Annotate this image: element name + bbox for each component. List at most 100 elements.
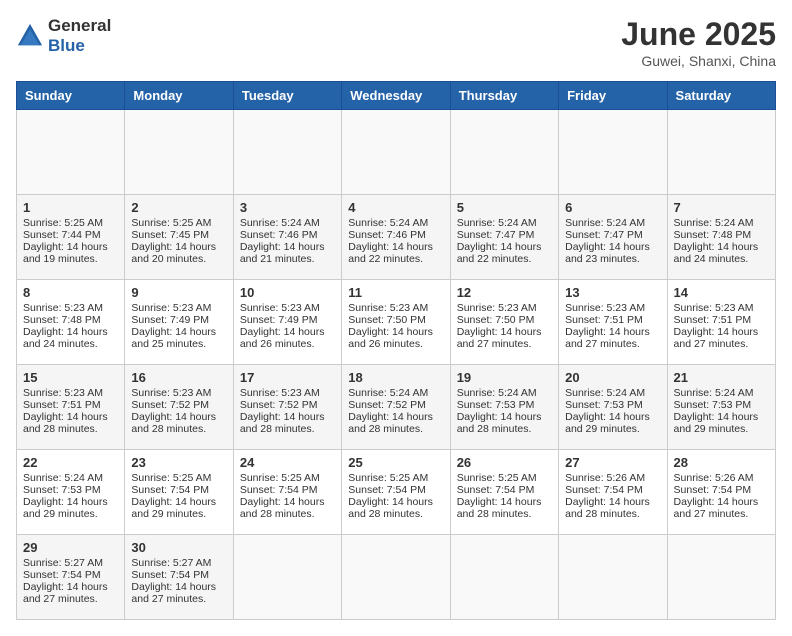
cell-info: Daylight: 14 hours — [23, 411, 118, 423]
cell-3-1: 8Sunrise: 5:23 AMSunset: 7:48 PMDaylight… — [17, 280, 125, 365]
cell-4-1: 15Sunrise: 5:23 AMSunset: 7:51 PMDayligh… — [17, 365, 125, 450]
cell-info: Sunset: 7:54 PM — [23, 569, 118, 581]
cell-info: Sunrise: 5:23 AM — [240, 302, 335, 314]
cell-info: Daylight: 14 hours — [348, 496, 443, 508]
cell-info: Sunrise: 5:24 AM — [565, 217, 660, 229]
day-number: 15 — [23, 370, 118, 385]
calendar-header-row: SundayMondayTuesdayWednesdayThursdayFrid… — [17, 82, 776, 110]
cell-info: Sunset: 7:54 PM — [565, 484, 660, 496]
cell-info: Sunrise: 5:26 AM — [674, 472, 769, 484]
cell-info: Sunset: 7:53 PM — [457, 399, 552, 411]
cell-info: Sunset: 7:52 PM — [240, 399, 335, 411]
cell-info: Sunset: 7:53 PM — [23, 484, 118, 496]
cell-info: Sunrise: 5:24 AM — [674, 217, 769, 229]
cell-info: Daylight: 14 hours — [674, 496, 769, 508]
day-number: 26 — [457, 455, 552, 470]
logo-icon — [16, 22, 44, 50]
cell-info: Sunset: 7:53 PM — [674, 399, 769, 411]
cell-4-6: 20Sunrise: 5:24 AMSunset: 7:53 PMDayligh… — [559, 365, 667, 450]
cell-info: and 19 minutes. — [23, 253, 118, 265]
title-block: June 2025 Guwei, Shanxi, China — [621, 16, 776, 69]
cell-info: Daylight: 14 hours — [565, 326, 660, 338]
day-number: 6 — [565, 200, 660, 215]
cell-info: Sunset: 7:54 PM — [674, 484, 769, 496]
cell-1-5 — [450, 110, 558, 195]
cell-info: Sunrise: 5:23 AM — [457, 302, 552, 314]
day-number: 7 — [674, 200, 769, 215]
cell-5-1: 22Sunrise: 5:24 AMSunset: 7:53 PMDayligh… — [17, 450, 125, 535]
cell-info: Sunset: 7:44 PM — [23, 229, 118, 241]
cell-info: Sunset: 7:47 PM — [457, 229, 552, 241]
cell-info: Daylight: 14 hours — [23, 581, 118, 593]
cell-info: and 27 minutes. — [457, 338, 552, 350]
cell-4-3: 17Sunrise: 5:23 AMSunset: 7:52 PMDayligh… — [233, 365, 341, 450]
cell-1-6 — [559, 110, 667, 195]
cell-info: Sunrise: 5:24 AM — [674, 387, 769, 399]
cell-info: Daylight: 14 hours — [23, 241, 118, 253]
day-number: 24 — [240, 455, 335, 470]
cell-4-7: 21 Sunrise: 5:24 AMSunset: 7:53 PMDayligh… — [667, 365, 775, 450]
cell-6-5 — [450, 535, 558, 620]
cell-info: and 28 minutes. — [240, 508, 335, 520]
cell-info: Daylight: 14 hours — [348, 411, 443, 423]
cell-info: Sunrise: 5:23 AM — [23, 302, 118, 314]
cell-info: Sunset: 7:50 PM — [348, 314, 443, 326]
cell-info: Sunrise: 5:23 AM — [565, 302, 660, 314]
cell-info: Daylight: 14 hours — [457, 241, 552, 253]
cell-6-6 — [559, 535, 667, 620]
cell-info: and 28 minutes. — [131, 423, 226, 435]
day-number: 1 — [23, 200, 118, 215]
cell-info: and 22 minutes. — [348, 253, 443, 265]
cell-info: Sunset: 7:50 PM — [457, 314, 552, 326]
cell-info: Daylight: 14 hours — [348, 326, 443, 338]
cell-info: and 27 minutes. — [674, 338, 769, 350]
cell-info: Daylight: 14 hours — [240, 326, 335, 338]
cell-1-4 — [342, 110, 450, 195]
cell-2-2: 2Sunrise: 5:25 AMSunset: 7:45 PMDaylight… — [125, 195, 233, 280]
cell-info: Daylight: 14 hours — [131, 326, 226, 338]
cell-info: Sunrise: 5:27 AM — [23, 557, 118, 569]
week-row-1 — [17, 110, 776, 195]
calendar-table: SundayMondayTuesdayWednesdayThursdayFrid… — [16, 81, 776, 620]
cell-info: Sunrise: 5:25 AM — [131, 217, 226, 229]
cell-info: Daylight: 14 hours — [457, 411, 552, 423]
cell-info: Daylight: 14 hours — [674, 326, 769, 338]
cell-info: and 26 minutes. — [240, 338, 335, 350]
cell-1-7 — [667, 110, 775, 195]
cell-6-1: 29Sunrise: 5:27 AMSunset: 7:54 PMDayligh… — [17, 535, 125, 620]
cell-info: Daylight: 14 hours — [674, 241, 769, 253]
cell-info: and 26 minutes. — [348, 338, 443, 350]
day-number: 23 — [131, 455, 226, 470]
column-header-friday: Friday — [559, 82, 667, 110]
cell-3-5: 12Sunrise: 5:23 AMSunset: 7:50 PMDayligh… — [450, 280, 558, 365]
cell-info: Daylight: 14 hours — [457, 326, 552, 338]
cell-info: Sunset: 7:51 PM — [565, 314, 660, 326]
week-row-5: 22Sunrise: 5:24 AMSunset: 7:53 PMDayligh… — [17, 450, 776, 535]
cell-info: Sunrise: 5:24 AM — [240, 217, 335, 229]
cell-info: and 28 minutes. — [348, 508, 443, 520]
cell-info: Sunrise: 5:25 AM — [348, 472, 443, 484]
day-number: 22 — [23, 455, 118, 470]
cell-5-4: 25Sunrise: 5:25 AMSunset: 7:54 PMDayligh… — [342, 450, 450, 535]
day-number: 11 — [348, 285, 443, 300]
cell-2-4: 4Sunrise: 5:24 AMSunset: 7:46 PMDaylight… — [342, 195, 450, 280]
day-number: 13 — [565, 285, 660, 300]
week-row-3: 8Sunrise: 5:23 AMSunset: 7:48 PMDaylight… — [17, 280, 776, 365]
cell-info: Daylight: 14 hours — [674, 411, 769, 423]
cell-info: Sunrise: 5:26 AM — [565, 472, 660, 484]
cell-info: Daylight: 14 hours — [23, 326, 118, 338]
cell-info: Daylight: 14 hours — [23, 496, 118, 508]
cell-info: Sunset: 7:46 PM — [240, 229, 335, 241]
column-header-wednesday: Wednesday — [342, 82, 450, 110]
day-number: 21 — [674, 370, 769, 385]
day-number: 19 — [457, 370, 552, 385]
cell-4-4: 18Sunrise: 5:24 AMSunset: 7:52 PMDayligh… — [342, 365, 450, 450]
cell-info: Sunset: 7:49 PM — [240, 314, 335, 326]
day-number: 14 — [674, 285, 769, 300]
cell-3-6: 13 Sunrise: 5:23 AMSunset: 7:51 PMDayligh… — [559, 280, 667, 365]
column-header-monday: Monday — [125, 82, 233, 110]
cell-info: Sunset: 7:52 PM — [348, 399, 443, 411]
cell-1-2 — [125, 110, 233, 195]
cell-6-2: 30Sunrise: 5:27 AMSunset: 7:54 PMDayligh… — [125, 535, 233, 620]
cell-info: Sunrise: 5:24 AM — [348, 217, 443, 229]
